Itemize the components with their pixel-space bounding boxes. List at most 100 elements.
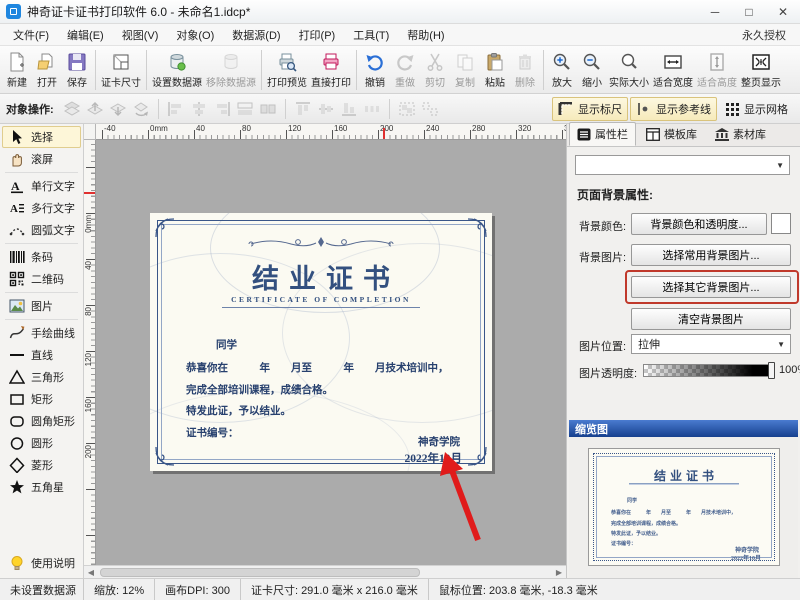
tool-multi-line-text[interactable]: A 多行文字 <box>2 197 81 219</box>
status-bar: 未设置数据源 缩放: 12% 画布DPI: 300 证卡尺寸: 291.0 毫米… <box>0 578 800 600</box>
new-button[interactable]: 新建 <box>2 48 32 92</box>
object-operation-bar: 对象操作: 显示标尺 显示参考线 显示网格 <box>0 94 800 124</box>
whole-page-button[interactable]: 整页显示 <box>739 48 783 92</box>
tool-select[interactable]: 选择 <box>2 126 81 148</box>
save-button[interactable]: 保存 <box>62 48 92 92</box>
minimize-button[interactable]: ─ <box>698 0 732 23</box>
status-dpi: 画布DPI: 300 <box>155 579 241 600</box>
set-datasource-button[interactable]: 设置数据源 <box>150 48 204 92</box>
horizontal-scrollbar[interactable]: ◀ ▶ <box>84 565 566 578</box>
rotate-object-icon <box>131 100 151 118</box>
tab-template-library[interactable]: 模板库 <box>638 122 705 146</box>
direct-print-button[interactable]: 直接打印 <box>309 48 353 92</box>
print-preview-icon <box>277 51 297 74</box>
bg-color-swatch[interactable] <box>771 213 791 234</box>
thumbnail-title: 结业证书 <box>589 467 779 484</box>
certificate-page[interactable]: 结业证书 CERTIFICATE OF COMPLETION 同学 恭喜你在 年… <box>150 213 492 471</box>
circle-icon <box>9 435 25 451</box>
certificate-body-line3: 特发此证，予以结业。 <box>186 403 291 418</box>
show-ruler-toggle[interactable]: 显示标尺 <box>552 97 628 121</box>
certificate-title: 结业证书 <box>150 257 492 296</box>
database-icon <box>167 51 187 74</box>
tool-circle[interactable]: 圆形 <box>2 432 81 454</box>
status-mouse-position: 鼠标位置: 203.8 毫米, -18.3 毫米 <box>429 579 608 600</box>
scrollbar-track[interactable] <box>98 567 552 578</box>
show-guides-toggle[interactable]: 显示参考线 <box>630 97 717 121</box>
menu-print[interactable]: 打印(P) <box>290 24 345 46</box>
same-size-icon <box>258 100 278 118</box>
design-canvas[interactable]: 结业证书 CERTIFICATE OF COMPLETION 同学 恭喜你在 年… <box>96 140 566 565</box>
tab-properties[interactable]: 属性栏 <box>569 122 636 146</box>
show-grid-toggle[interactable]: 显示网格 <box>719 97 794 121</box>
tool-arc-text[interactable]: 圆弧文字 <box>2 219 81 241</box>
zoom-out-button[interactable]: 缩小 <box>577 48 607 92</box>
print-preview-button[interactable]: 打印预览 <box>265 48 309 92</box>
bg-image-clear-button[interactable]: 清空背景图片 <box>631 308 791 330</box>
certificate-body-line1: 恭喜你在 年 月至 年 月技术培训中， <box>186 360 449 375</box>
whole-page-icon <box>751 51 771 74</box>
paste-button[interactable]: 粘贴 <box>480 48 510 92</box>
open-file-icon <box>37 51 57 74</box>
corner-flourish <box>466 217 488 239</box>
menu-view[interactable]: 视图(V) <box>113 24 168 46</box>
rectangle-icon <box>9 391 25 407</box>
tool-single-line-text[interactable]: A 单行文字 <box>2 175 81 197</box>
sidebar-separator <box>5 292 78 293</box>
scroll-right-arrow[interactable]: ▶ <box>552 566 566 578</box>
qrcode-icon <box>9 271 25 287</box>
help-button[interactable]: 使用说明 <box>2 552 81 574</box>
tool-triangle[interactable]: 三角形 <box>2 366 81 388</box>
fit-width-button[interactable]: 适合宽度 <box>651 48 695 92</box>
card-size-button[interactable]: 证卡尺寸 <box>99 48 143 92</box>
tool-rounded-rectangle[interactable]: 圆角矩形 <box>2 410 81 432</box>
objectbar-separator <box>285 99 286 119</box>
pen-curve-icon <box>9 325 25 341</box>
tool-qrcode[interactable]: 二维码 <box>2 268 81 290</box>
tool-pan[interactable]: 滚屏 <box>2 148 81 170</box>
thumbnail-preview[interactable]: 结业证书 同学 恭喜你在 年 月至 年 月技术培训中， 完成全部培训课程，成绩合… <box>588 448 780 566</box>
image-opacity-label: 图片透明度: <box>579 365 637 381</box>
title-flourish-ornament <box>246 235 396 251</box>
actual-size-button[interactable]: 实际大小 <box>607 48 651 92</box>
bg-image-other-button[interactable]: 选择其它背景图片... <box>631 276 791 298</box>
scroll-left-arrow[interactable]: ◀ <box>84 566 98 578</box>
tool-image[interactable]: 图片 <box>2 295 81 317</box>
menu-help[interactable]: 帮助(H) <box>398 24 453 46</box>
certificate-number-label: 证书编号： <box>186 425 239 440</box>
horizontal-ruler: -40 0mm 40 80 120 160 200 240 280 320 36… <box>96 124 566 140</box>
image-icon <box>9 298 25 314</box>
window-title: 神奇证卡证书打印软件 6.0 - 未命名1.idcp* <box>27 3 250 20</box>
open-button[interactable]: 打开 <box>32 48 62 92</box>
svg-text:A: A <box>11 179 20 193</box>
tool-rectangle[interactable]: 矩形 <box>2 388 81 410</box>
grid-icon <box>725 102 740 116</box>
menu-object[interactable]: 对象(O) <box>167 24 223 46</box>
image-position-select[interactable]: 拉伸 ▼ <box>631 334 791 354</box>
bg-image-common-button[interactable]: 选择常用背景图片... <box>631 244 791 266</box>
material-library-icon <box>715 128 729 141</box>
menu-edit[interactable]: 编辑(E) <box>58 24 113 46</box>
tab-material-library[interactable]: 素材库 <box>707 122 774 146</box>
tool-diamond[interactable]: 菱形 <box>2 454 81 476</box>
object-selector-dropdown[interactable]: ▼ <box>575 155 790 175</box>
tool-line[interactable]: 直线 <box>2 344 81 366</box>
tool-star[interactable]: 五角星 <box>2 476 81 498</box>
fit-width-icon <box>663 51 683 74</box>
scrollbar-thumb[interactable] <box>100 568 420 577</box>
opacity-slider[interactable] <box>643 364 773 377</box>
menu-datasource[interactable]: 数据源(D) <box>223 24 289 46</box>
menu-file[interactable]: 文件(F) <box>4 24 58 46</box>
maximize-button[interactable]: □ <box>732 0 766 23</box>
toolbar-separator <box>543 50 544 90</box>
tool-freehand-curve[interactable]: 手绘曲线 <box>2 322 81 344</box>
opacity-slider-handle[interactable] <box>768 362 775 379</box>
sidebar-separator <box>5 319 78 320</box>
diamond-icon <box>9 457 25 473</box>
zoom-in-button[interactable]: 放大 <box>547 48 577 92</box>
chevron-down-icon: ▼ <box>777 340 790 349</box>
undo-button[interactable]: 撤销 <box>360 48 390 92</box>
close-button[interactable]: ✕ <box>766 0 800 23</box>
menu-tools[interactable]: 工具(T) <box>344 24 398 46</box>
tool-barcode[interactable]: 条码 <box>2 246 81 268</box>
bg-color-button[interactable]: 背景颜色和透明度... <box>631 213 767 235</box>
